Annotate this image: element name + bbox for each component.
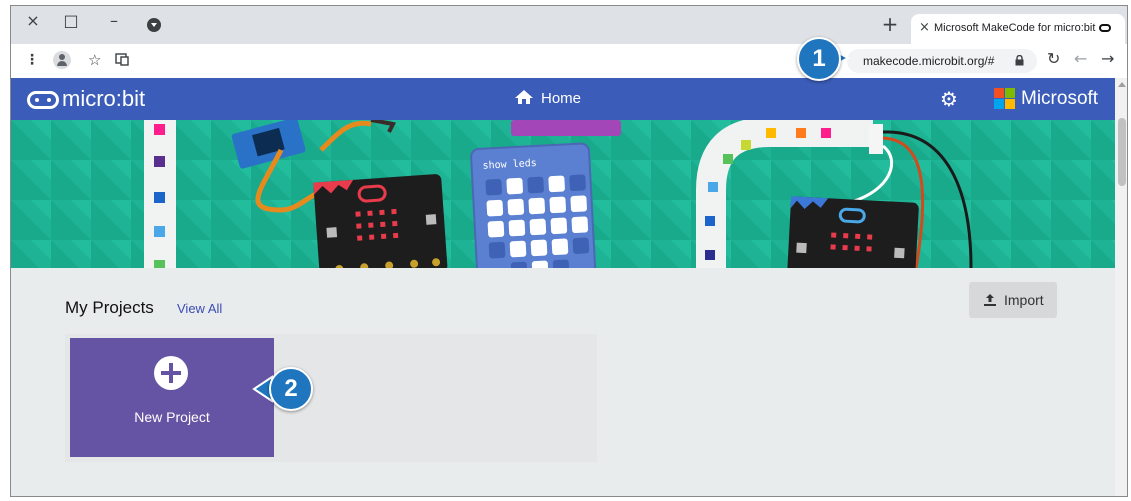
settings-gear-icon[interactable]: ⚙ [938, 88, 960, 110]
new-project-label: New Project [134, 409, 210, 425]
window-close-button[interactable]: × [22, 10, 44, 32]
tab-search-icon[interactable] [147, 18, 161, 32]
tab-strip: × □ – + × Microsoft MakeCode for micro:b… [11, 6, 1127, 44]
home-icon [515, 90, 533, 104]
window-maximize-button[interactable]: □ [60, 10, 82, 32]
bookmark-star-icon[interactable]: ☆ [88, 52, 101, 68]
scrollbar-thumb[interactable] [1118, 118, 1126, 186]
tab-title: Microsoft MakeCode for micro:bit [934, 22, 1096, 34]
my-projects-heading: My Projects [65, 298, 154, 317]
reload-icon[interactable]: ↻ [1047, 51, 1060, 67]
logo-text: micro:bit [62, 86, 146, 111]
browser-window: × □ – + × Microsoft MakeCode for micro:b… [10, 5, 1128, 497]
home-button[interactable]: Home [514, 89, 581, 107]
view-all-link[interactable]: View All [177, 301, 222, 316]
lock-icon[interactable] [1015, 54, 1024, 69]
window-minimize-button[interactable]: – [103, 10, 125, 32]
browser-tab[interactable]: × Microsoft MakeCode for micro:bit [911, 14, 1125, 44]
scroll-up-arrow-icon[interactable] [1118, 82, 1126, 87]
tab-close-icon[interactable]: × [919, 20, 930, 35]
hero-illustration: show leds [11, 120, 1115, 268]
forward-arrow-icon[interactable]: → [1101, 51, 1114, 67]
microbit-favicon-icon [1099, 24, 1111, 32]
microsoft-squares-icon [994, 88, 1016, 110]
upload-icon [984, 294, 996, 306]
install-app-icon[interactable] [115, 52, 129, 70]
microsoft-text: Microsoft [1021, 88, 1099, 109]
url-text[interactable]: makecode.microbit.org/# [863, 54, 994, 68]
new-project-card[interactable]: New Project [70, 338, 274, 457]
menu-kebab-icon[interactable]: ⋮ [25, 52, 39, 68]
microbit-logo-icon [27, 91, 59, 109]
callout-1: 1 [797, 37, 841, 81]
page-scrollbar[interactable] [1115, 78, 1127, 496]
content-area: My Projects View All Import New Project [11, 268, 1115, 496]
makecode-header: micro:bit Home ⚙ Microsoft [11, 78, 1115, 120]
home-label: Home [541, 90, 582, 107]
back-arrow-icon[interactable]: ← [1074, 51, 1087, 67]
hero-banner: show leds [11, 120, 1115, 268]
new-tab-button[interactable]: + [879, 14, 901, 36]
browser-toolbar: ⋮ ☆ makecode.microbit.org/# ↻ ← → [11, 44, 1127, 79]
plus-icon [154, 356, 188, 390]
import-label: Import [1004, 292, 1044, 308]
profile-avatar-icon[interactable] [53, 51, 71, 69]
address-bar[interactable]: makecode.microbit.org/# [847, 49, 1037, 73]
callout-2: 2 [269, 367, 313, 411]
import-button[interactable]: Import [969, 282, 1057, 318]
